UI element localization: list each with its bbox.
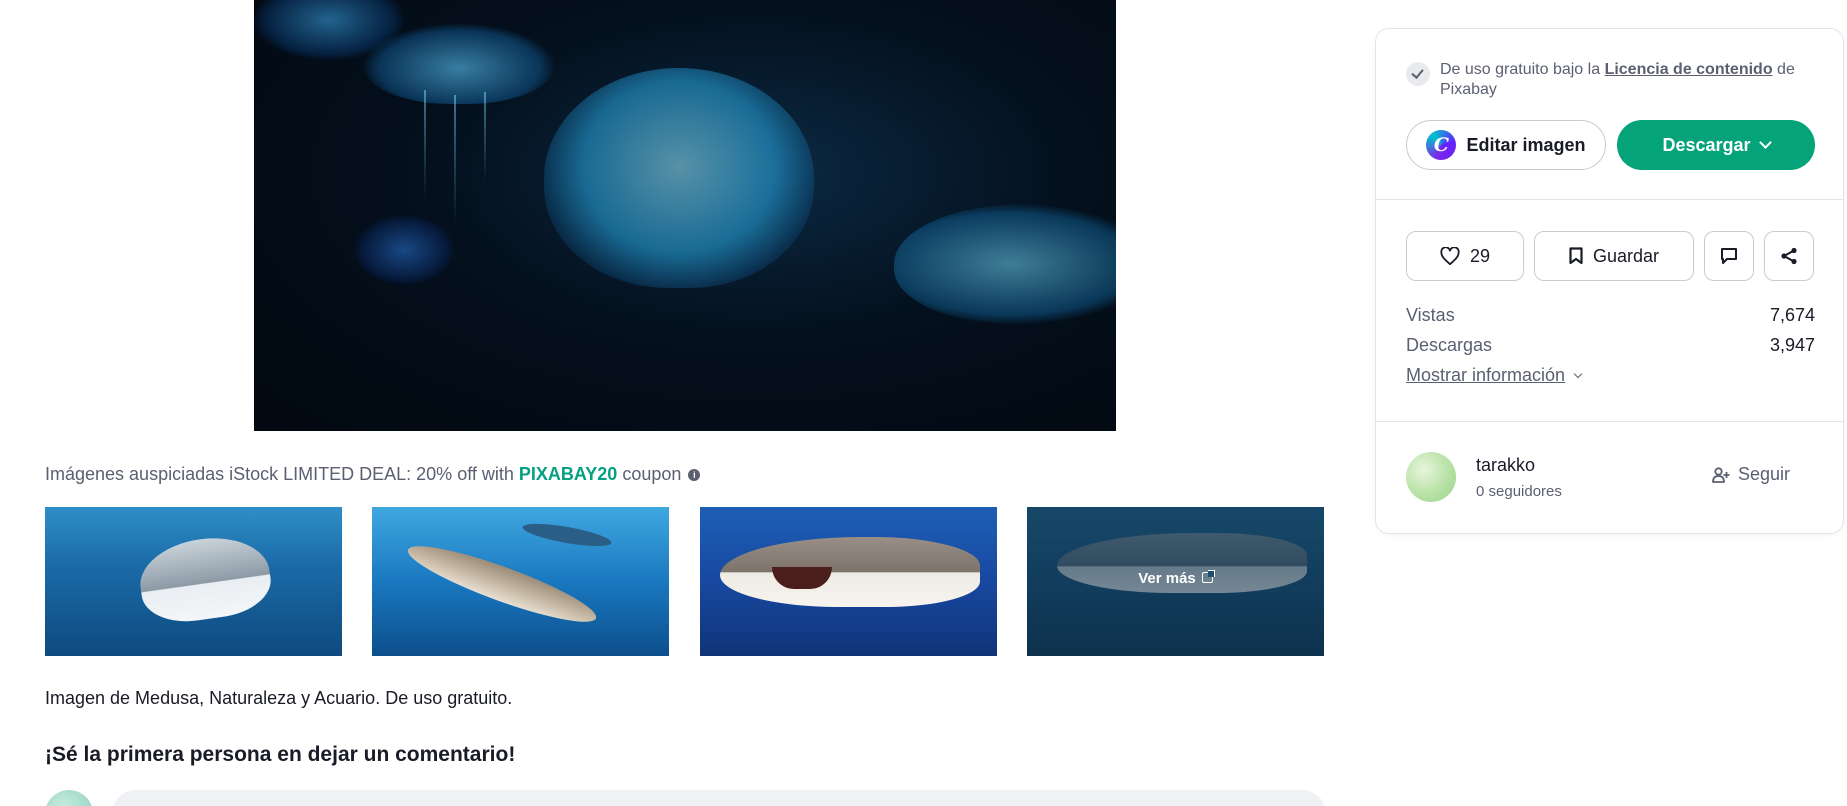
sponsored-thumbnail[interactable] bbox=[700, 507, 997, 656]
sponsored-suffix: coupon bbox=[622, 464, 682, 484]
divider bbox=[1376, 199, 1843, 200]
external-link-icon bbox=[1201, 570, 1215, 583]
sponsored-thumbnail[interactable] bbox=[45, 507, 342, 656]
avatar[interactable] bbox=[1406, 452, 1456, 502]
tentacle-shape bbox=[484, 92, 486, 182]
edit-image-label: Editar imagen bbox=[1466, 134, 1586, 155]
show-info-toggle[interactable]: Mostrar información bbox=[1406, 365, 1583, 386]
stat-value: 3,947 bbox=[1769, 335, 1815, 355]
shark-shape bbox=[135, 530, 275, 628]
sponsored-label: Imágenes auspiciadas iStock LIMITED DEAL… bbox=[45, 464, 701, 485]
add-user-icon bbox=[1712, 466, 1730, 483]
avatar bbox=[45, 790, 93, 806]
jellyfish-shape bbox=[544, 68, 814, 288]
jellyfish-shape bbox=[364, 24, 554, 104]
follow-button[interactable]: Seguir bbox=[1712, 464, 1790, 485]
stat-label: Descargas bbox=[1406, 335, 1493, 355]
chevron-down-icon bbox=[1573, 369, 1583, 378]
license-text: De uso gratuito bajo la Licencia de cont… bbox=[1440, 60, 1826, 100]
see-more-thumbnail[interactable]: Ver más bbox=[1027, 507, 1324, 656]
show-info-label: Mostrar información bbox=[1406, 365, 1566, 385]
heart-icon bbox=[1440, 247, 1460, 265]
share-button[interactable] bbox=[1764, 231, 1814, 281]
image-side-panel: De uso gratuito bajo la Licencia de cont… bbox=[1375, 28, 1844, 534]
license-notice: De uso gratuito bajo la Licencia de cont… bbox=[1406, 60, 1826, 100]
divider bbox=[1376, 421, 1843, 422]
license-link[interactable]: Licencia de contenido bbox=[1605, 61, 1773, 78]
coupon-code: PIXABAY20 bbox=[518, 464, 618, 484]
save-label: Guardar bbox=[1592, 245, 1660, 266]
edit-image-button[interactable]: C Editar imagen bbox=[1406, 120, 1606, 170]
see-more-link[interactable]: Ver más bbox=[1027, 570, 1324, 587]
comments-heading: ¡Sé la primera persona en dejar un comen… bbox=[45, 743, 516, 766]
info-icon[interactable]: i bbox=[688, 469, 701, 481]
like-button[interactable]: 29 bbox=[1406, 231, 1524, 281]
download-label: Descargar bbox=[1662, 134, 1751, 155]
sponsored-thumbnails: Ver más bbox=[45, 507, 1326, 656]
canva-icon: C bbox=[1426, 130, 1457, 160]
check-icon bbox=[1406, 62, 1430, 86]
comment-button[interactable] bbox=[1704, 231, 1754, 281]
image-description: Imagen de Medusa, Naturaleza y Acuario. … bbox=[45, 688, 513, 708]
follow-label: Seguir bbox=[1738, 464, 1791, 484]
stat-label: Vistas bbox=[1406, 305, 1455, 325]
see-more-label: Ver más bbox=[1138, 570, 1196, 587]
sponsored-thumbnail[interactable] bbox=[372, 507, 669, 656]
shark-shape bbox=[720, 537, 980, 607]
stat-value: 7,674 bbox=[1769, 305, 1815, 325]
jellyfish-shape bbox=[894, 204, 1116, 324]
author-name[interactable]: tarakko bbox=[1476, 455, 1535, 476]
sponsored-text: Imágenes auspiciadas iStock LIMITED DEAL… bbox=[45, 464, 514, 484]
main-image[interactable] bbox=[254, 0, 1116, 431]
comment-input[interactable] bbox=[112, 790, 1326, 806]
tentacle-shape bbox=[424, 90, 426, 200]
shark-shape bbox=[402, 533, 602, 635]
save-button[interactable]: Guardar bbox=[1534, 231, 1694, 281]
download-button[interactable]: Descargar bbox=[1617, 120, 1815, 170]
like-count: 29 bbox=[1469, 245, 1491, 266]
stat-downloads: Descargas 3,947 bbox=[1406, 335, 1815, 356]
license-prefix: De uso gratuito bajo la bbox=[1440, 61, 1601, 78]
bookmark-icon bbox=[1569, 247, 1583, 265]
chevron-down-icon bbox=[1758, 136, 1772, 149]
shark-shape bbox=[521, 519, 613, 551]
comment-icon bbox=[1721, 248, 1737, 264]
share-icon bbox=[1781, 247, 1797, 265]
author-followers: 0 seguidores bbox=[1476, 483, 1562, 500]
stat-views: Vistas 7,674 bbox=[1406, 305, 1815, 326]
jellyfish-shape bbox=[354, 215, 454, 285]
tentacle-shape bbox=[454, 95, 456, 225]
